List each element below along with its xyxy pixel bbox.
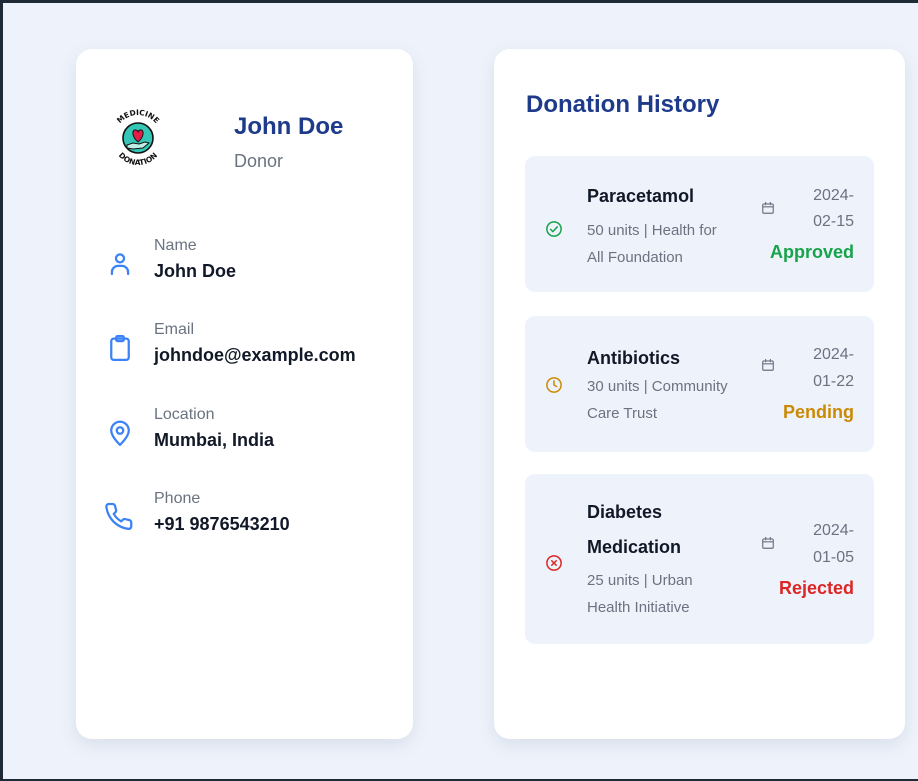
field-name: Name John Doe	[105, 237, 405, 297]
clock-icon	[545, 376, 563, 394]
calendar-icon	[761, 536, 775, 550]
location-pin-icon	[105, 418, 135, 448]
donation-item[interactable]: Diabetes Medication 25 units | Urban Hea…	[525, 474, 874, 644]
check-circle-icon	[545, 220, 563, 238]
donation-details-line2: Care Trust	[587, 405, 658, 422]
clipboard-icon	[105, 333, 135, 363]
profile-name: John Doe	[234, 113, 344, 140]
donation-details-line1: 25 units | Urban	[587, 572, 693, 589]
phone-icon	[105, 502, 135, 532]
calendar-icon	[761, 201, 775, 215]
profile-role: Donor	[234, 151, 284, 171]
field-phone: Phone +91 9876543210	[105, 490, 405, 550]
user-icon	[105, 249, 135, 279]
medicine-name: Antibiotics	[587, 348, 680, 368]
x-circle-icon	[545, 554, 563, 572]
calendar-icon	[761, 358, 775, 372]
status-badge-rejected: Rejected	[778, 578, 854, 598]
status-badge-pending: Pending	[783, 402, 854, 422]
donation-details-line1: 30 units | Community	[587, 378, 728, 395]
field-value: +91 9876543210	[154, 514, 290, 534]
profile-card: MEDICINE DONATION John Doe Donor Name Jo…	[76, 49, 413, 739]
field-label: Name	[154, 237, 197, 254]
field-label: Phone	[154, 490, 201, 507]
donation-history-title: Donation History	[526, 91, 720, 118]
donation-date-line1: 2024-	[813, 346, 854, 363]
donation-date-line1: 2024-	[813, 522, 854, 539]
donation-item[interactable]: Paracetamol 50 units | Health for All Fo…	[525, 156, 874, 292]
medicine-name-line2: Medication	[587, 537, 682, 557]
medicine-name: Paracetamol	[587, 186, 695, 206]
field-label: Location	[154, 406, 215, 423]
field-location: Location Mumbai, India	[105, 406, 405, 466]
donation-details-line2: All Foundation	[587, 249, 683, 266]
donation-details-line1: 50 units | Health for	[587, 222, 717, 239]
donation-date-line2: 01-22	[813, 373, 854, 390]
donation-history-card: Donation History Paracetamol 50 units | …	[494, 49, 905, 739]
donation-date-line1: 2024-	[813, 187, 854, 204]
field-value: John Doe	[154, 261, 237, 281]
donation-date-line2: 01-05	[813, 549, 854, 566]
status-badge-approved: Approved	[769, 242, 854, 262]
medicine-name-line1: Diabetes	[587, 502, 663, 522]
field-label: Email	[154, 321, 195, 338]
medicine-donation-logo: MEDICINE DONATION	[105, 105, 171, 171]
field-email: Email johndoe@example.com	[105, 321, 405, 381]
field-value: Mumbai, India	[154, 430, 275, 450]
donation-item[interactable]: Antibiotics 30 units | Community Care Tr…	[525, 316, 874, 452]
donation-date-line2: 02-15	[813, 213, 854, 230]
donation-details-line2: Health Initiative	[587, 599, 690, 616]
field-value: johndoe@example.com	[154, 345, 356, 365]
